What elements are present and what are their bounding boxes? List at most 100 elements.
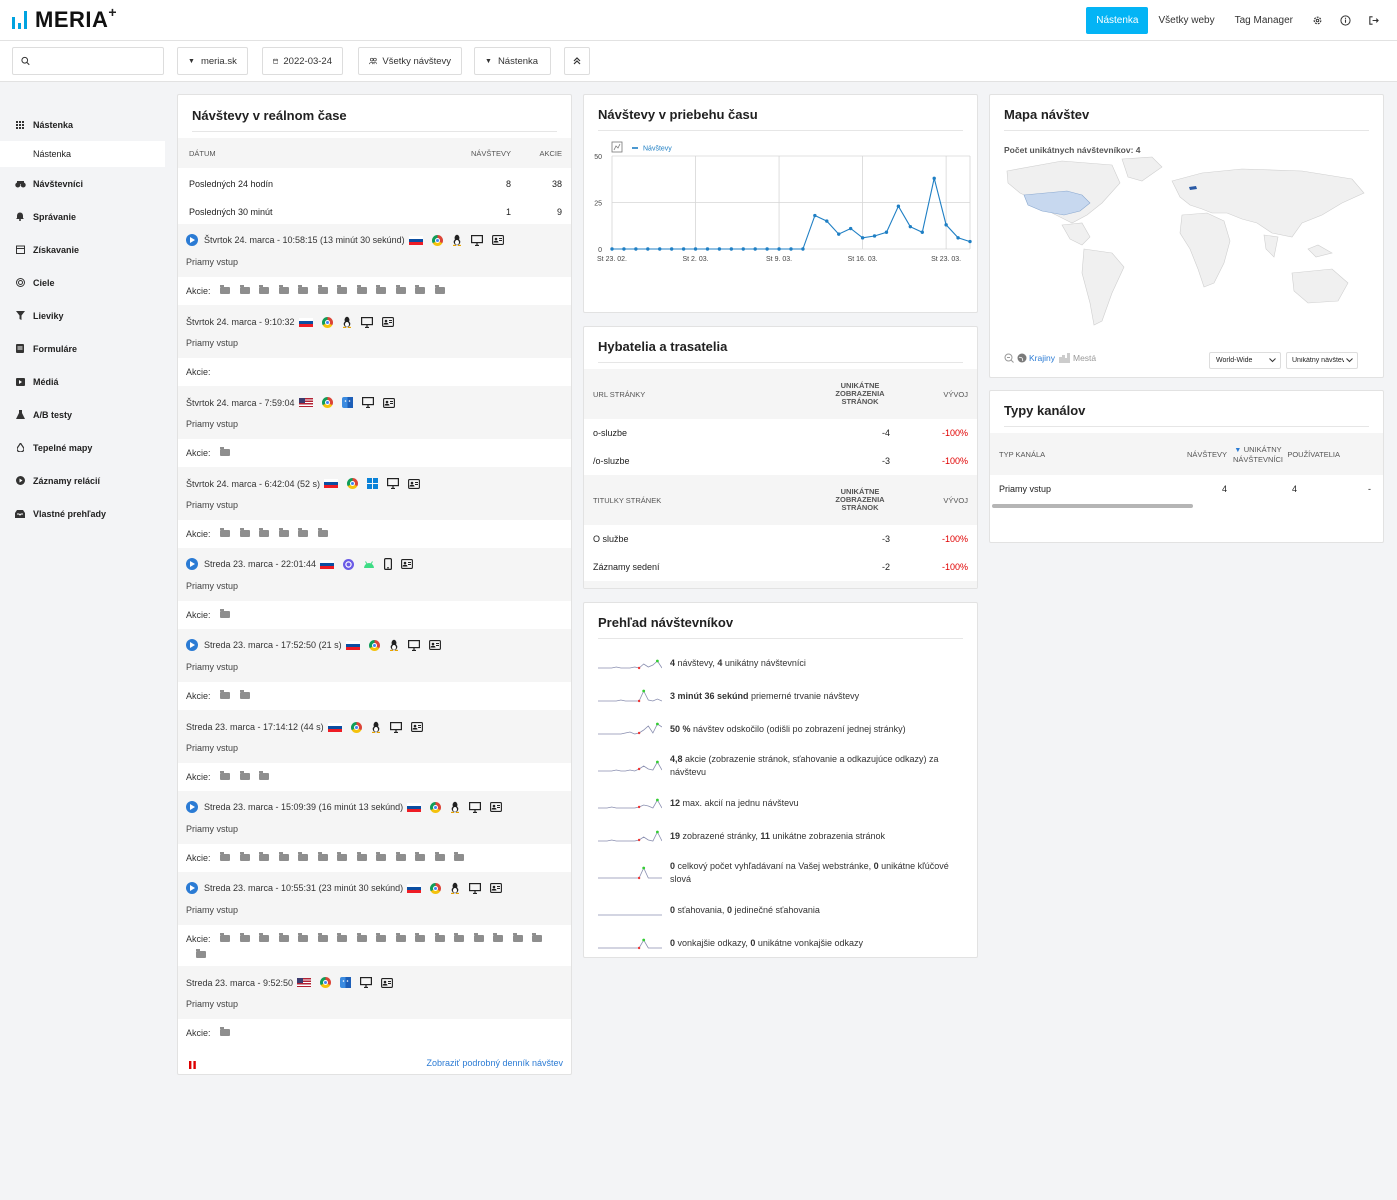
- topnav-all-websites[interactable]: Všetky weby: [1148, 7, 1224, 34]
- page-view-action-icon[interactable]: [395, 852, 406, 861]
- cities-toggle[interactable]: Mestá: [1073, 353, 1096, 363]
- page-view-action-icon[interactable]: [220, 609, 231, 618]
- page-view-action-icon[interactable]: [356, 933, 367, 942]
- page-view-action-icon[interactable]: [395, 933, 406, 942]
- data-point[interactable]: [920, 230, 924, 234]
- page-view-action-icon[interactable]: [493, 933, 504, 942]
- page-view-action-icon[interactable]: [278, 852, 289, 861]
- table-row[interactable]: Záznamy sedení -2 -100%: [584, 553, 977, 581]
- data-point[interactable]: [837, 232, 841, 236]
- sidebar-item-heatmaps[interactable]: Tepelné mapy: [0, 431, 165, 464]
- page-view-action-icon[interactable]: [376, 285, 387, 294]
- page-view-action-icon[interactable]: [239, 852, 250, 861]
- play-recording-icon[interactable]: [186, 639, 198, 651]
- data-point[interactable]: [813, 213, 817, 218]
- data-point[interactable]: [956, 236, 960, 240]
- world-map[interactable]: [1002, 153, 1372, 333]
- visitor-log-link[interactable]: Zobraziť podrobný denník návštev: [427, 1058, 563, 1068]
- page-view-action-icon[interactable]: [395, 285, 406, 294]
- page-view-action-icon[interactable]: [259, 933, 270, 942]
- data-point[interactable]: [693, 247, 698, 251]
- page-view-action-icon[interactable]: [298, 528, 309, 537]
- page-view-action-icon[interactable]: [195, 949, 206, 958]
- dashboard-selector[interactable]: ▼ Nástenka: [474, 47, 551, 75]
- sidebar-item-goals[interactable]: Ciele: [0, 266, 165, 299]
- data-point[interactable]: [884, 230, 889, 234]
- sparkline-chart[interactable]: [598, 934, 662, 952]
- collapse-toolbar-button[interactable]: [564, 47, 590, 75]
- data-point[interactable]: [872, 234, 877, 238]
- data-point[interactable]: [765, 247, 769, 251]
- legend-label[interactable]: Návštevy: [643, 146, 672, 153]
- visitor-profile-icon[interactable]: [382, 397, 395, 408]
- page-view-action-icon[interactable]: [337, 285, 348, 294]
- page-view-action-icon[interactable]: [415, 285, 426, 294]
- page-view-action-icon[interactable]: [259, 852, 270, 861]
- sidebar-item-custom-reports[interactable]: Vlastné prehľady: [0, 497, 165, 530]
- page-view-action-icon[interactable]: [454, 933, 465, 942]
- sidebar-item-visitors[interactable]: Návštevníci: [0, 167, 165, 200]
- page-view-action-icon[interactable]: [415, 852, 426, 861]
- page-view-action-icon[interactable]: [220, 852, 231, 861]
- page-view-action-icon[interactable]: [239, 771, 250, 780]
- page-view-action-icon[interactable]: [532, 933, 543, 942]
- play-recording-icon[interactable]: [186, 801, 198, 813]
- data-point[interactable]: [658, 247, 662, 251]
- sidebar-item-funnels[interactable]: Lieviky: [0, 299, 165, 332]
- page-view-action-icon[interactable]: [376, 852, 387, 861]
- table-row[interactable]: Priamy vstup 4 4 -: [990, 475, 1383, 503]
- visitor-profile-icon[interactable]: [381, 317, 394, 327]
- sparkline-chart[interactable]: [598, 794, 662, 812]
- page-view-action-icon[interactable]: [259, 771, 270, 780]
- page-view-action-icon[interactable]: [376, 933, 387, 942]
- page-view-action-icon[interactable]: [259, 528, 270, 537]
- data-point[interactable]: [908, 224, 913, 229]
- sparkline-chart[interactable]: [598, 827, 662, 845]
- page-view-action-icon[interactable]: [337, 852, 348, 861]
- data-point[interactable]: [753, 247, 757, 251]
- page-view-action-icon[interactable]: [278, 933, 289, 942]
- meria-logo[interactable]: MERIA +: [12, 4, 117, 33]
- visitor-profile-icon[interactable]: [410, 722, 423, 732]
- data-point[interactable]: [741, 247, 745, 251]
- data-point[interactable]: [669, 247, 674, 251]
- data-point[interactable]: [681, 247, 686, 251]
- page-view-action-icon[interactable]: [356, 285, 367, 294]
- data-point[interactable]: [646, 247, 650, 251]
- sidebar-item-forms[interactable]: Formuláre: [0, 332, 165, 365]
- visitor-profile-icon[interactable]: [490, 802, 503, 812]
- page-view-action-icon[interactable]: [473, 933, 484, 942]
- sidebar-item-acquisition[interactable]: Získavanie: [0, 233, 165, 266]
- sidebar-item-media[interactable]: Médiá: [0, 365, 165, 398]
- data-point[interactable]: [932, 176, 936, 181]
- sparkline-chart[interactable]: [598, 687, 662, 705]
- page-view-action-icon[interactable]: [434, 852, 445, 861]
- page-view-action-icon[interactable]: [239, 285, 250, 294]
- sidebar-subitem-dashboard[interactable]: Nástenka: [0, 141, 165, 167]
- countries-toggle[interactable]: Krajiny: [1029, 353, 1055, 363]
- page-view-action-icon[interactable]: [298, 285, 309, 294]
- search-box[interactable]: [12, 47, 164, 75]
- data-point[interactable]: [622, 247, 626, 251]
- data-point[interactable]: [610, 247, 614, 251]
- page-view-action-icon[interactable]: [239, 528, 250, 537]
- page-view-action-icon[interactable]: [317, 285, 328, 294]
- sparkline-chart[interactable]: [598, 720, 662, 738]
- page-view-action-icon[interactable]: [356, 852, 367, 861]
- visitor-profile-icon[interactable]: [491, 235, 504, 245]
- page-view-action-icon[interactable]: [259, 285, 270, 294]
- page-view-action-icon[interactable]: [278, 528, 289, 537]
- table-row[interactable]: O službe -3 -100%: [584, 525, 977, 553]
- topnav-tag-manager[interactable]: Tag Manager: [1225, 7, 1303, 34]
- pause-button[interactable]: [189, 1061, 196, 1069]
- data-point[interactable]: [777, 247, 781, 251]
- sparkline-chart[interactable]: [598, 901, 662, 919]
- data-point[interactable]: [729, 247, 734, 251]
- data-point[interactable]: [801, 247, 805, 251]
- sidebar-item-ab-tests[interactable]: A/B testy: [0, 398, 165, 431]
- sparkline-chart[interactable]: [598, 864, 662, 882]
- region-select[interactable]: World-Wide: [1209, 352, 1281, 369]
- table-row[interactable]: o-sluzbe -4 -100%: [584, 419, 977, 447]
- visitor-profile-icon[interactable]: [428, 640, 441, 650]
- page-view-action-icon[interactable]: [298, 933, 309, 942]
